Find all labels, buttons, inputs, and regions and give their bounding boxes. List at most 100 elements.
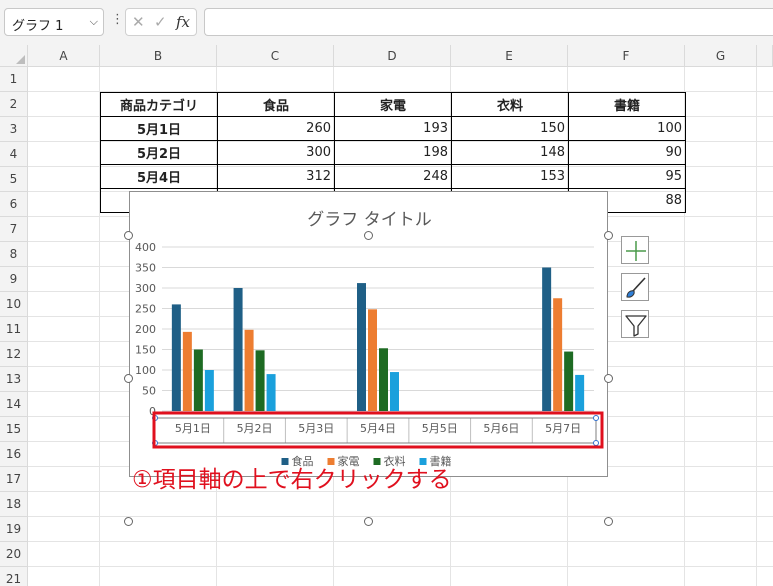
y-tick-label: 200 (135, 323, 156, 336)
bar (255, 350, 265, 411)
x-tick-label: 5月7日 (545, 422, 581, 435)
bar (390, 372, 399, 411)
table-cell[interactable]: 300 (217, 140, 335, 165)
insert-function-icon[interactable]: fx (176, 13, 190, 31)
row-header-15[interactable]: 15 (0, 417, 28, 442)
x-tick-label: 5月2日 (237, 422, 273, 435)
resize-handle[interactable] (604, 231, 613, 240)
table-row-label[interactable]: 5月2日 (100, 140, 218, 165)
x-tick-label: 5月6日 (483, 422, 519, 435)
row-header-13[interactable]: 13 (0, 367, 28, 392)
x-tick-label: 5月3日 (298, 422, 334, 435)
table-cell[interactable]: 90 (568, 140, 686, 165)
bar (182, 331, 192, 411)
row-header-5[interactable]: 5 (0, 167, 28, 192)
brush-icon (626, 277, 646, 298)
row-header-1[interactable]: 1 (0, 67, 28, 92)
row-header-2[interactable]: 2 (0, 92, 28, 117)
select-all-corner[interactable] (0, 45, 28, 67)
formula-input[interactable] (204, 8, 773, 36)
chart-styles-button[interactable] (621, 273, 649, 301)
bar (171, 304, 181, 411)
cancel-icon[interactable]: ✕ (132, 13, 145, 31)
row-header-21[interactable]: 21 (0, 567, 28, 586)
y-tick-label: 250 (135, 303, 156, 316)
enter-icon[interactable]: ✓ (154, 13, 167, 31)
row-header-9[interactable]: 9 (0, 267, 28, 292)
row-header-20[interactable]: 20 (0, 542, 28, 567)
chart-filter-button[interactable] (621, 310, 649, 338)
y-tick-label: 150 (135, 344, 156, 357)
row-header-14[interactable]: 14 (0, 392, 28, 417)
column-header-f[interactable]: F (568, 45, 685, 67)
row-header-7[interactable]: 7 (0, 217, 28, 242)
column-header-c[interactable]: C (217, 45, 334, 67)
column-header-partial[interactable] (757, 45, 773, 67)
y-tick-label: 300 (135, 282, 156, 295)
table-cell[interactable]: 148 (451, 140, 569, 165)
row-header-6[interactable]: 6 (0, 192, 28, 217)
table-cell[interactable]: 260 (217, 116, 335, 141)
row-header-12[interactable]: 12 (0, 342, 28, 367)
row-header-17[interactable]: 17 (0, 467, 28, 492)
table-header-cell[interactable]: 家電 (334, 92, 452, 117)
row-header-10[interactable]: 10 (0, 292, 28, 317)
resize-handle[interactable] (124, 231, 133, 240)
instruction-annotation: ①項目軸の上で右クリックする (132, 467, 452, 493)
resize-handle[interactable] (604, 374, 613, 383)
row-header-19[interactable]: 19 (0, 517, 28, 542)
bar (244, 329, 254, 411)
more-options-icon[interactable]: ⋮ (111, 12, 124, 27)
bar (193, 349, 203, 411)
funnel-icon (625, 315, 647, 337)
table-header-cell[interactable]: 食品 (217, 92, 335, 117)
table-row-label[interactable]: 5月1日 (100, 116, 218, 141)
name-box-value: グラフ 1 (12, 19, 64, 34)
table-row: 5月2日 300 198 148 90 (100, 140, 686, 165)
formula-buttons: ✕ ✓ fx (125, 8, 197, 36)
row-header-11[interactable]: 11 (0, 317, 28, 342)
resize-handle[interactable] (364, 231, 373, 240)
chevron-down-icon[interactable]: ⌵ (90, 15, 98, 29)
row-header-4[interactable]: 4 (0, 142, 28, 167)
table-header-cell[interactable]: 商品カテゴリ (100, 92, 218, 117)
table-cell[interactable]: 100 (568, 116, 686, 141)
table-cell[interactable]: 248 (334, 164, 452, 189)
bar (266, 374, 276, 411)
axis-selection-handle (593, 440, 599, 446)
column-header-g[interactable]: G (685, 45, 757, 67)
table-header-cell[interactable]: 衣料 (451, 92, 569, 117)
table-cell[interactable]: 198 (334, 140, 452, 165)
chart-title: グラフ タイトル (307, 210, 431, 230)
name-box[interactable]: グラフ 1 ⌵ (4, 8, 104, 36)
resize-handle[interactable] (124, 374, 133, 383)
bar (564, 351, 574, 411)
table-cell[interactable]: 193 (334, 116, 452, 141)
table-cell[interactable]: 150 (451, 116, 569, 141)
table-cell[interactable]: 95 (568, 164, 686, 189)
bar (233, 288, 243, 411)
chart-elements-button[interactable] (621, 236, 649, 264)
column-header-d[interactable]: D (334, 45, 451, 67)
bar (204, 370, 214, 411)
table-header-cell[interactable]: 書籍 (568, 92, 686, 117)
resize-handle[interactable] (364, 517, 373, 526)
table-header-row: 商品カテゴリ 食品 家電 衣料 書籍 (100, 92, 686, 117)
resize-handle[interactable] (124, 517, 133, 526)
column-header-a[interactable]: A (28, 45, 100, 67)
grid-line (28, 516, 773, 517)
bar (379, 348, 388, 411)
row-header-16[interactable]: 16 (0, 442, 28, 467)
row-header-8[interactable]: 8 (0, 242, 28, 267)
x-tick-label: 5月1日 (175, 422, 211, 435)
table-row-label[interactable]: 5月4日 (100, 164, 218, 189)
row-header-18[interactable]: 18 (0, 492, 28, 517)
x-tick-label: 5月4日 (360, 422, 396, 435)
table-cell[interactable]: 153 (451, 164, 569, 189)
resize-handle[interactable] (604, 517, 613, 526)
column-header-b[interactable]: B (100, 45, 217, 67)
bar (368, 309, 377, 411)
table-cell[interactable]: 312 (217, 164, 335, 189)
row-header-3[interactable]: 3 (0, 117, 28, 142)
column-header-e[interactable]: E (451, 45, 568, 67)
